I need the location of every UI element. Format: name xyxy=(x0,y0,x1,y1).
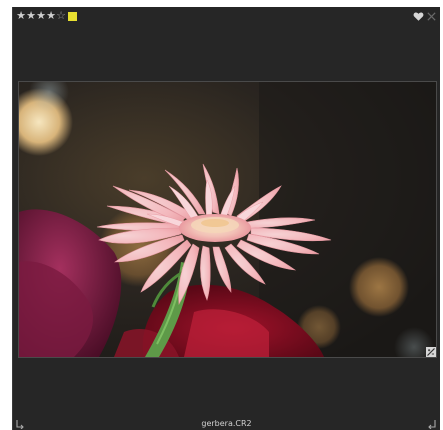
close-icon[interactable] xyxy=(426,11,437,22)
thumbnail-cell[interactable]: ★ ★ ★ ★ ☆ gerbera.CR2 xyxy=(12,7,440,430)
star-icon[interactable]: ★ xyxy=(16,8,26,24)
heart-icon[interactable] xyxy=(413,11,424,22)
gerbera-photo xyxy=(19,82,436,357)
color-label-swatch[interactable] xyxy=(68,12,77,21)
thumbnail-flags xyxy=(413,8,437,24)
star-icon[interactable]: ★ xyxy=(46,8,56,24)
rotate-right-icon[interactable] xyxy=(427,419,437,429)
photo-preview[interactable] xyxy=(18,81,437,358)
star-icon[interactable]: ★ xyxy=(26,8,36,24)
thumbnail-filename: gerbera.CR2 xyxy=(201,419,252,428)
thumbnail-overlay-top: ★ ★ ★ ★ ☆ xyxy=(13,7,440,25)
star-empty-icon[interactable]: ☆ xyxy=(56,8,66,24)
edited-badge-icon[interactable] xyxy=(426,347,436,357)
star-rating[interactable]: ★ ★ ★ ★ ☆ xyxy=(16,8,77,24)
star-icon[interactable]: ★ xyxy=(36,8,46,24)
